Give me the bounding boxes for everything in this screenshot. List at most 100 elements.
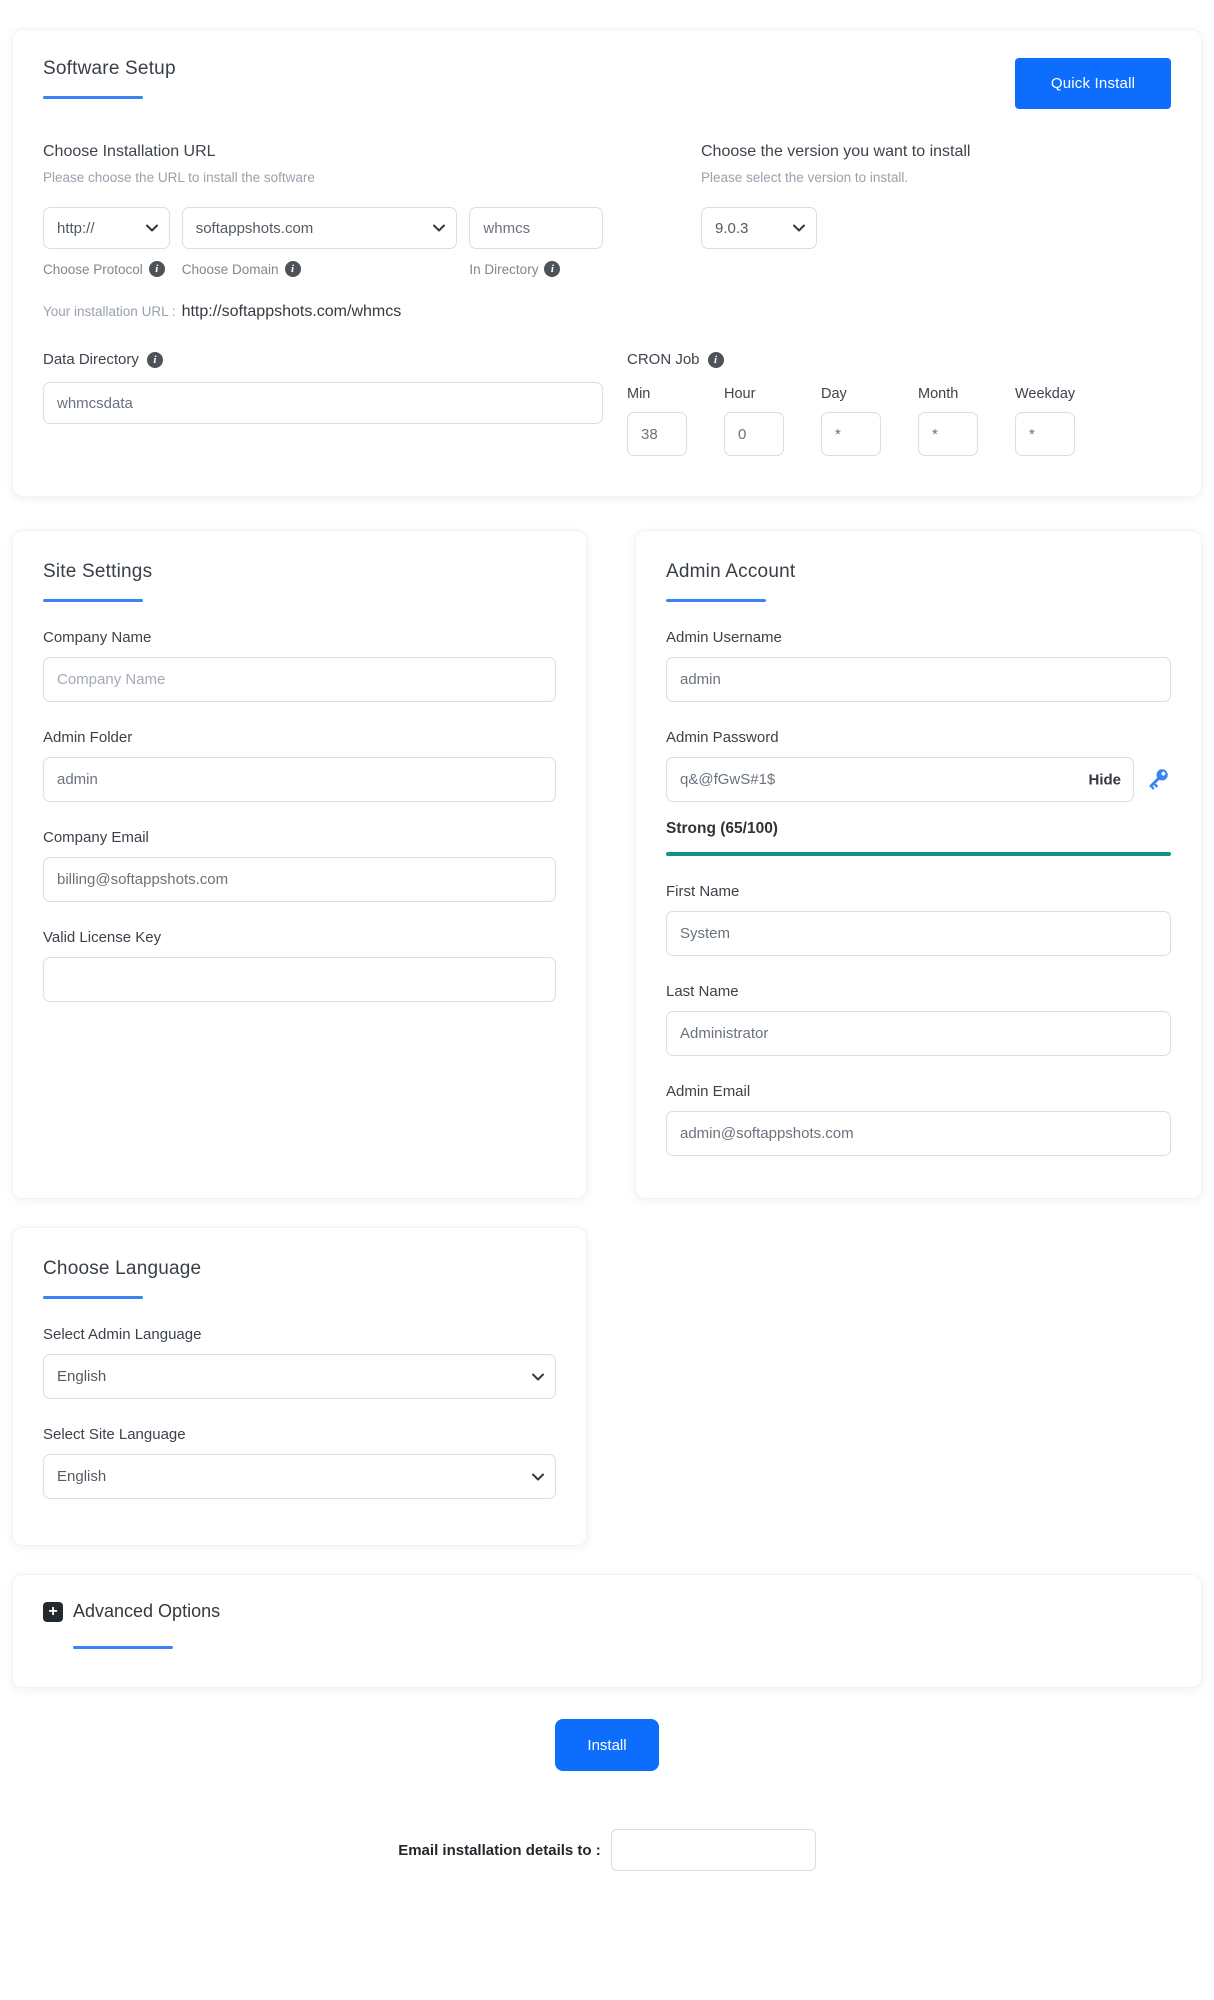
version-select-wrap: 9.0.3 xyxy=(701,207,817,249)
protocol-select-wrap: http:// xyxy=(43,207,170,249)
admin-account-title: Admin Account xyxy=(666,561,796,582)
last-name-input[interactable] xyxy=(666,1011,1171,1056)
installation-url-result-label: Your installation URL : xyxy=(43,304,176,319)
info-icon[interactable]: i xyxy=(707,351,724,368)
install-button[interactable]: Install xyxy=(555,1719,659,1771)
title-underline xyxy=(43,599,143,602)
admin-language-select[interactable]: English xyxy=(43,1354,556,1399)
cron-weekday-cell xyxy=(1015,402,1112,456)
site-settings-title: Site Settings xyxy=(43,561,153,582)
data-directory-heading-row: Data Directory i xyxy=(43,351,603,368)
admin-folder-input[interactable] xyxy=(43,757,556,802)
protocol-label-row: Choose Protocol i xyxy=(43,261,170,277)
version-select[interactable]: 9.0.3 xyxy=(701,207,817,249)
admin-password-label: Admin Password xyxy=(666,729,779,746)
directory-label: In Directory xyxy=(469,261,539,277)
info-icon[interactable]: i xyxy=(544,261,561,277)
version-subheading: Please select the version to install. xyxy=(701,170,909,185)
admin-email-input[interactable] xyxy=(666,1111,1171,1156)
cron-hour-cell xyxy=(724,402,821,456)
cron-label: CRON Job xyxy=(627,351,700,368)
installer-page: Software Setup Quick Install Choose Inst… xyxy=(0,0,1214,1931)
domain-column: softappshots.com Choose Domain i xyxy=(181,207,458,277)
advanced-options-title: Advanced Options xyxy=(73,1601,221,1621)
title-underline xyxy=(43,96,143,99)
protocol-column: http:// Choose Protocol i xyxy=(43,207,170,277)
software-setup-title: Software Setup xyxy=(43,58,176,79)
password-strength-bar xyxy=(666,852,1171,856)
site-language-label: Select Site Language xyxy=(43,1426,186,1443)
first-name-input[interactable] xyxy=(666,911,1171,956)
cron-month-input[interactable] xyxy=(918,412,978,456)
site-language-select[interactable]: English xyxy=(43,1454,556,1499)
admin-username-label: Admin Username xyxy=(666,629,782,646)
data-directory-input[interactable] xyxy=(43,382,603,424)
installation-url-controls: http:// Choose Protocol i softappshots.c… xyxy=(43,207,603,277)
cron-hour-input[interactable] xyxy=(724,412,784,456)
domain-select-wrap: softappshots.com xyxy=(181,207,458,249)
admin-password-input[interactable] xyxy=(666,757,1134,802)
version-heading: Choose the version you want to install xyxy=(701,143,971,160)
password-hide-toggle[interactable]: Hide xyxy=(1088,771,1121,788)
advanced-options-card: + Advanced Options xyxy=(12,1574,1202,1688)
company-name-label: Company Name xyxy=(43,629,152,646)
admin-language-label: Select Admin Language xyxy=(43,1326,202,1343)
software-setup-title-block: Software Setup xyxy=(43,58,176,99)
cron-heading-row: CRON Job i xyxy=(627,351,1171,368)
cron-day-input[interactable] xyxy=(821,412,881,456)
plus-icon[interactable]: + xyxy=(43,1601,63,1622)
settings-row: Site Settings Company Name Admin Folder … xyxy=(12,530,1202,1199)
key-icon[interactable] xyxy=(1144,766,1171,793)
domain-label-row: Choose Domain i xyxy=(182,261,458,277)
admin-account-card: Admin Account Admin Username Admin Passw… xyxy=(635,530,1202,1199)
license-key-input[interactable] xyxy=(43,957,556,1002)
company-email-label: Company Email xyxy=(43,829,149,846)
email-details-label: Email installation details to : xyxy=(398,1841,601,1859)
setup-second-row: Data Directory i CRON Job i Min Hour Day… xyxy=(43,351,1171,456)
admin-username-input[interactable] xyxy=(666,657,1171,702)
cron-job-block: CRON Job i Min Hour Day Month Weekday xyxy=(627,351,1171,456)
quick-install-button[interactable]: Quick Install xyxy=(1015,58,1171,109)
cron-month-label: Month xyxy=(918,386,959,402)
last-name-field: Last Name xyxy=(666,983,1171,1056)
company-name-input[interactable] xyxy=(43,657,556,702)
info-icon[interactable]: i xyxy=(146,351,163,368)
directory-label-row: In Directory i xyxy=(469,261,603,277)
admin-folder-label: Admin Folder xyxy=(43,729,133,746)
protocol-select[interactable]: http:// xyxy=(43,207,170,249)
data-directory-block: Data Directory i xyxy=(43,351,603,456)
choose-language-card: Choose Language Select Admin Language En… xyxy=(12,1227,587,1546)
info-icon[interactable]: i xyxy=(284,261,301,277)
cron-min-input[interactable] xyxy=(627,412,687,456)
email-details-input[interactable] xyxy=(610,1829,816,1871)
cron-inputs-row xyxy=(627,402,1171,456)
software-setup-card: Software Setup Quick Install Choose Inst… xyxy=(12,29,1202,497)
choose-language-title: Choose Language xyxy=(43,1258,202,1279)
directory-column: In Directory i xyxy=(469,207,603,277)
title-underline xyxy=(43,1296,143,1299)
site-language-select-wrap: English xyxy=(43,1454,556,1499)
admin-email-field: Admin Email xyxy=(666,1083,1171,1156)
admin-username-field: Admin Username xyxy=(666,629,1171,702)
admin-password-row: Hide xyxy=(666,757,1171,802)
domain-select[interactable]: softappshots.com xyxy=(181,207,458,249)
directory-input[interactable] xyxy=(469,207,603,249)
admin-language-field: Select Admin Language English xyxy=(43,1326,556,1399)
title-underline xyxy=(73,1646,173,1649)
cron-min-cell xyxy=(627,402,724,456)
site-language-field: Select Site Language English xyxy=(43,1426,556,1499)
advanced-options-toggle[interactable]: + Advanced Options xyxy=(43,1601,1171,1622)
cron-day-cell xyxy=(821,402,918,456)
installation-url-subheading: Please choose the URL to install the sof… xyxy=(43,170,315,185)
company-email-input[interactable] xyxy=(43,857,556,902)
info-icon[interactable]: i xyxy=(148,261,165,277)
version-block: Choose the version you want to install P… xyxy=(627,143,1171,321)
first-name-label: First Name xyxy=(666,883,740,900)
installation-url-heading: Choose Installation URL xyxy=(43,143,216,160)
installation-url-block: Choose Installation URL Please choose th… xyxy=(43,143,603,321)
cron-weekday-label: Weekday xyxy=(1015,386,1076,402)
title-underline xyxy=(666,599,766,602)
license-key-label: Valid License Key xyxy=(43,929,162,946)
cron-weekday-input[interactable] xyxy=(1015,412,1075,456)
data-directory-label: Data Directory xyxy=(43,351,139,368)
